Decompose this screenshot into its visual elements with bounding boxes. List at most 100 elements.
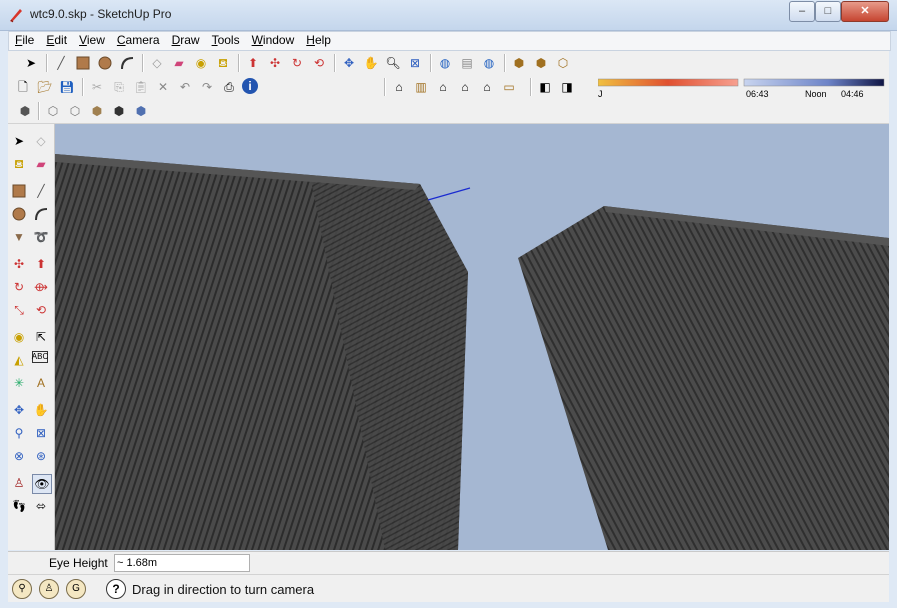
walk-icon[interactable]: 👣︎ [10, 497, 28, 515]
redo-icon[interactable]: ↷ [198, 78, 216, 96]
right-view-icon[interactable]: ⌂ [456, 78, 474, 96]
pan-tool-icon[interactable]: ✋ [362, 54, 380, 72]
position-camera-icon[interactable]: ♙ [10, 474, 28, 492]
front-view-icon[interactable]: ⌂ [434, 78, 452, 96]
components-icon[interactable]: ⬡ [554, 54, 572, 72]
dimension-icon[interactable]: ⇱ [32, 328, 50, 346]
zoom-icon[interactable]: ⚲ [10, 424, 28, 442]
get-photo-texture-icon[interactable]: ⬢ [510, 54, 528, 72]
menu-edit[interactable]: Edit [40, 32, 73, 47]
circle-tool-icon[interactable] [96, 54, 114, 72]
menu-file[interactable]: File [9, 32, 40, 47]
scene-canvas[interactable] [55, 124, 889, 550]
geo-location-icon[interactable]: ⚲ [12, 579, 32, 599]
select-tool-icon[interactable]: ➤ [22, 54, 40, 72]
component-icon[interactable]: ◇ [32, 132, 50, 150]
followme-icon[interactable]: ⟴ [32, 278, 50, 296]
rectangle-icon[interactable] [10, 182, 28, 200]
hidden-line-style-icon[interactable]: ⬡ [66, 102, 84, 120]
push-pull-icon[interactable]: ⬆ [244, 54, 262, 72]
rectangle-tool-icon[interactable] [74, 54, 92, 72]
left-view-icon[interactable]: ▭ [500, 78, 518, 96]
shadows-toggle-icon[interactable]: ◧ [536, 78, 554, 96]
zoom-window-icon[interactable]: ⊠ [32, 424, 50, 442]
delete-icon[interactable]: ✕ [154, 78, 172, 96]
close-button[interactable]: ✕ [841, 1, 889, 22]
move-icon[interactable]: ✣ [10, 255, 28, 273]
iso-view-icon[interactable]: ⌂ [390, 78, 408, 96]
scale-icon[interactable]: ⤡ [10, 301, 28, 319]
select-icon[interactable]: ➤ [10, 132, 28, 150]
menu-view[interactable]: View [73, 32, 111, 47]
cut-icon[interactable]: ✂ [88, 78, 106, 96]
shadow-settings-icon[interactable]: ◨ [558, 78, 576, 96]
text-icon[interactable]: ABC [32, 351, 48, 363]
credits-icon[interactable]: ♙ [39, 579, 59, 599]
pushpull-icon[interactable]: ⬆ [32, 255, 50, 273]
line-icon[interactable]: ╱ [32, 182, 50, 200]
paint-icon[interactable]: ⛾ [10, 155, 28, 173]
menu-tools[interactable]: Tools [206, 32, 246, 47]
arc-icon[interactable] [32, 205, 50, 223]
zoom-tool-icon[interactable]: 🔍︎ [384, 54, 402, 72]
menu-camera[interactable]: Camera [111, 32, 166, 47]
zoom-extents-left-icon[interactable]: ⊛ [32, 447, 50, 465]
rotate-icon[interactable]: ↻ [10, 278, 28, 296]
xray-style-icon[interactable]: ⬢ [16, 102, 34, 120]
offset-icon[interactable]: ⟲ [32, 301, 50, 319]
paste-icon[interactable]: 📋︎ [132, 78, 150, 96]
circle-icon[interactable] [10, 205, 28, 223]
3d-viewport[interactable] [55, 124, 889, 550]
orbit-tool-icon[interactable]: ✥ [340, 54, 358, 72]
menu-help[interactable]: Help [300, 32, 337, 47]
user-icon[interactable]: G [66, 579, 86, 599]
shaded-style-icon[interactable]: ⬢ [88, 102, 106, 120]
model-info-icon[interactable]: i [242, 78, 258, 94]
back-view-icon[interactable]: ⌂ [478, 78, 496, 96]
open-file-icon[interactable]: 📂︎ [36, 78, 54, 96]
menu-draw[interactable]: Draw [166, 32, 206, 47]
orbit-icon[interactable]: ✥ [10, 401, 28, 419]
maximize-button[interactable]: □ [815, 1, 841, 22]
arc-tool-icon[interactable] [118, 54, 136, 72]
share-model-icon[interactable]: ▤ [458, 54, 476, 72]
make-component-icon[interactable]: ◇ [148, 54, 166, 72]
print-icon[interactable]: ⎙ [220, 78, 238, 96]
measurements-input[interactable]: ~ 1.68m [114, 554, 250, 572]
measurements-label: Eye Height [49, 556, 108, 570]
monochrome-style-icon[interactable]: ⬢ [132, 102, 150, 120]
pan-icon[interactable]: ✋ [32, 401, 50, 419]
polygon-icon[interactable]: ▼ [10, 228, 28, 246]
extension-warehouse-icon[interactable]: ⬢ [532, 54, 550, 72]
share-component-icon[interactable]: ◍ [480, 54, 498, 72]
offset-tool-icon[interactable]: ⟲ [310, 54, 328, 72]
tape-measure-icon[interactable]: ◉ [192, 54, 210, 72]
look-around-icon[interactable]: 👁︎ [32, 474, 52, 494]
3d-text-icon[interactable]: A [32, 374, 50, 392]
rotate-tool-icon[interactable]: ↻ [288, 54, 306, 72]
eraser-tool-icon[interactable]: ▰ [170, 54, 188, 72]
wireframe-style-icon[interactable]: ⬡ [44, 102, 62, 120]
section-plane-icon[interactable]: ⬄ [32, 497, 50, 515]
freehand-icon[interactable]: ➰ [32, 228, 50, 246]
protractor-icon[interactable]: ◭ [10, 351, 28, 369]
move-tool-icon[interactable]: ✣ [266, 54, 284, 72]
date-slider-gradient[interactable] [598, 78, 888, 88]
eraser-icon[interactable]: ▰ [32, 155, 50, 173]
new-file-icon[interactable]: 🗋 [14, 78, 32, 96]
paint-bucket-icon[interactable]: ⛾ [214, 54, 232, 72]
shaded-texture-style-icon[interactable]: ⬢ [110, 102, 128, 120]
previous-view-icon[interactable]: ⊗ [10, 447, 28, 465]
undo-icon[interactable]: ↶ [176, 78, 194, 96]
save-file-icon[interactable]: 💾︎ [58, 78, 76, 96]
copy-icon[interactable]: ⎘ [110, 78, 128, 96]
menu-window[interactable]: Window [246, 32, 301, 47]
zoom-extents-icon[interactable]: ⊠ [406, 54, 424, 72]
tape-icon[interactable]: ◉ [10, 328, 28, 346]
axes-icon[interactable]: ✳ [10, 374, 28, 392]
get-models-icon[interactable]: ◍ [436, 54, 454, 72]
help-icon[interactable]: ? [106, 579, 126, 599]
line-tool-icon[interactable]: ╱ [52, 54, 70, 72]
minimize-button[interactable]: – [789, 1, 815, 22]
top-view-icon[interactable]: ▥ [412, 78, 430, 96]
